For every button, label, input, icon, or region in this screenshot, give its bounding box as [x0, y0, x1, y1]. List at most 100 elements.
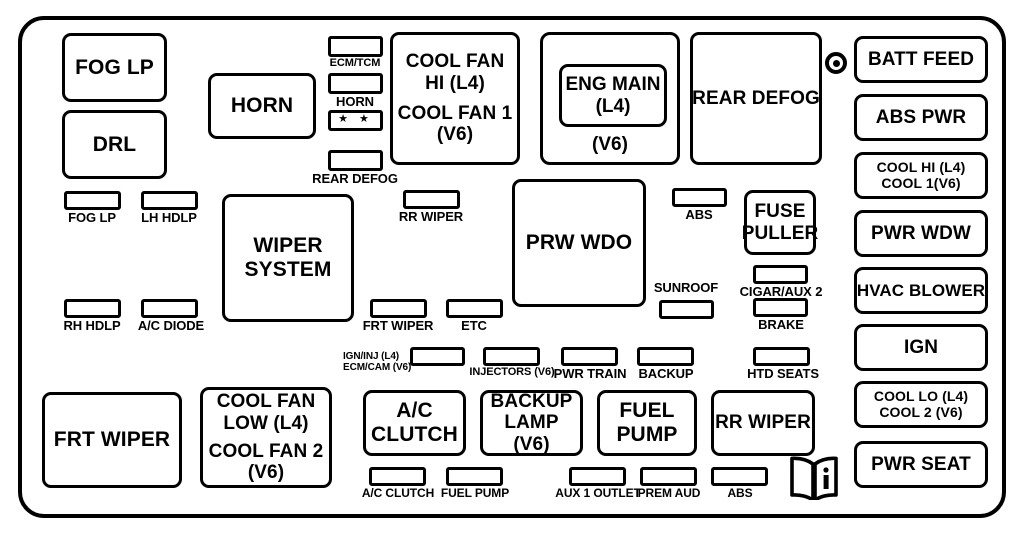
fuse-label-aux1-outlet: AUX 1 OUTLET [555, 486, 641, 500]
relay-abs-pwr[interactable]: ABS PWR [854, 94, 988, 141]
relay-cool-fan-hi[interactable]: COOL FAN HI (L4) COOL FAN 1 (V6) [390, 32, 520, 165]
relay-backup-lamp[interactable]: BACKUP LAMP (V6) [480, 390, 583, 456]
fuse-pwr-train[interactable] [561, 347, 618, 366]
relay-eng-main[interactable]: ENG MAIN (L4) (V6) [540, 32, 680, 165]
fuse-label-ac-diode: A/C DIODE [137, 318, 205, 333]
fuse-box-diagram: FOG LP DRL HORN ECM/TCM HORN ★ ★ REAR DE… [0, 0, 1024, 535]
fuse-label-pwr-train: PWR TRAIN [553, 366, 627, 381]
fuse-aux1-outlet[interactable] [569, 467, 626, 486]
fuse-label-rear-defog: REAR DEFOG [312, 171, 398, 186]
fuse-rh-hdlp[interactable] [64, 299, 121, 318]
relay-label: (V6) [513, 433, 550, 455]
relay-fuel-pump[interactable]: FUEL PUMP [597, 390, 697, 456]
relay-fuse-puller[interactable]: FUSE PULLER [742, 190, 818, 255]
relay-label: COOL 2 (V6) [879, 403, 963, 420]
relay-ac-clutch[interactable]: A/C CLUTCH [363, 390, 466, 456]
relay-label: WIPER [253, 234, 323, 258]
relay-hvac-blower[interactable]: HVAC BLOWER [854, 267, 988, 314]
fuse-fuel-pump[interactable] [446, 467, 503, 486]
relay-label: COOL 1(V6) [881, 174, 961, 191]
fuse-ign-inj[interactable] [410, 347, 465, 366]
relay-label: FUSE [754, 201, 806, 223]
fuse-ecm-tcm[interactable] [328, 36, 383, 57]
relay-wiper-system[interactable]: WIPER SYSTEM [222, 194, 354, 322]
fuse-sunroof[interactable] [659, 300, 714, 319]
relay-label: BATT FEED [867, 48, 975, 70]
fuse-backup[interactable] [637, 347, 694, 366]
fuse-label-abs-bottom: ABS [727, 486, 753, 500]
relay-label: CLUTCH [371, 423, 458, 446]
relay-label: COOL FAN 1 [397, 103, 513, 124]
fuse-etc[interactable] [446, 299, 503, 318]
fuse-label-lh-hdlp: LH HDLP [141, 210, 197, 225]
relay-label: A/C [396, 399, 433, 423]
relay-cool-lo[interactable]: COOL LO (L4) COOL 2 (V6) [854, 381, 988, 428]
relay-label: REAR DEFOG [692, 87, 820, 109]
fuse-label-fog-lp: FOG LP [68, 210, 116, 225]
relay-label: (L4) [595, 95, 631, 117]
relay-rear-defog[interactable]: REAR DEFOG [690, 32, 822, 165]
relay-frt-wiper[interactable]: FRT WIPER [42, 392, 182, 488]
fuse-abs-bottom[interactable] [711, 467, 768, 486]
fuse-label-ac-clutch: A/C CLUTCH [361, 486, 435, 500]
relay-label: COOL FAN [216, 391, 316, 413]
fuse-label-backup: BACKUP [638, 366, 694, 381]
fuse-horn[interactable] [328, 73, 383, 94]
fuse-label-brake: BRAKE [758, 317, 804, 332]
relay-fog-lp[interactable]: FOG LP [62, 33, 167, 102]
fuse-injectors[interactable] [483, 347, 540, 366]
relay-horn[interactable]: HORN [208, 73, 316, 139]
relay-label: COOL FAN [405, 51, 505, 73]
fuse-rear-defog[interactable] [328, 150, 383, 171]
fuse-label-frt-wiper: FRT WIPER [362, 318, 434, 333]
label-line-1: IGN/INJ (L4) [343, 351, 400, 362]
relay-rr-wiper[interactable]: RR WIPER [711, 390, 815, 456]
relay-batt-feed[interactable]: BATT FEED [854, 36, 988, 83]
relay-label: HI (L4) [425, 72, 485, 94]
fuse-abs-top[interactable] [672, 188, 727, 207]
relay-pwr-wdw[interactable]: PWR WDW [854, 210, 988, 257]
relay-label: FUEL [619, 399, 675, 423]
relay-label: LAMP [504, 412, 559, 434]
fuse-lh-hdlp[interactable] [141, 191, 198, 210]
fuse-brake[interactable] [753, 298, 808, 317]
fuse-cigar-aux2[interactable] [753, 265, 808, 284]
relay-label: DRL [92, 132, 137, 156]
relay-ign[interactable]: IGN [854, 324, 988, 371]
relay-label: PWR SEAT [871, 453, 971, 475]
relay-label: COOL FAN 2 [208, 441, 324, 462]
relay-drl[interactable]: DRL [62, 110, 167, 179]
fuse-label-cigar-aux2: CIGAR/AUX 2 [739, 284, 823, 299]
fuse-label-rh-hdlp: RH HDLP [63, 318, 121, 333]
bolt-stud-icon [825, 52, 847, 74]
relay-cool-fan-low[interactable]: COOL FAN LOW (L4) COOL FAN 2 (V6) [200, 387, 332, 488]
fuse-prem-aud[interactable] [640, 467, 697, 486]
fuse-label-sunroof: SUNROOF [653, 280, 719, 295]
relay-label: ABS PWR [875, 106, 967, 128]
fuse-label-fuel-pump: FUEL PUMP [440, 486, 510, 500]
fuse-label-ign-inj: IGN/INJ (L4) ECM/CAM (V6) [343, 351, 411, 373]
fuse-fog-lp[interactable] [64, 191, 121, 210]
fuse-frt-wiper[interactable] [370, 299, 427, 318]
relay-label: HORN [230, 94, 294, 118]
relay-label: RR WIPER [715, 412, 811, 434]
relay-label: ENG MAIN [565, 74, 661, 96]
fuse-ac-diode[interactable] [141, 299, 198, 318]
fuse-star-marks: ★ ★ [338, 113, 373, 125]
relay-cool-hi[interactable]: COOL HI (L4) COOL 1(V6) [854, 152, 988, 199]
fuse-label-rr-wiper: RR WIPER [398, 209, 464, 224]
fuse-label-etc: ETC [461, 318, 487, 333]
fuse-ac-clutch[interactable] [369, 467, 426, 486]
relay-pwr-seat[interactable]: PWR SEAT [854, 441, 988, 488]
fuse-rr-wiper[interactable] [403, 190, 460, 209]
relay-label: BACKUP [490, 391, 573, 413]
fuse-label-htd-seats: HTD SEATS [747, 366, 819, 381]
fuse-htd-seats[interactable] [753, 347, 810, 366]
fuse-starred[interactable]: ★ ★ [328, 110, 383, 131]
relay-label: PUMP [616, 423, 678, 446]
fuse-label-prem-aud: PREM AUD [637, 486, 701, 500]
relay-label: COOL HI (L4) [876, 158, 966, 175]
relay-prw-wdo[interactable]: PRW WDO [512, 179, 646, 307]
relay-label: (V6) [247, 462, 285, 484]
fuse-label-horn: HORN [336, 94, 374, 109]
